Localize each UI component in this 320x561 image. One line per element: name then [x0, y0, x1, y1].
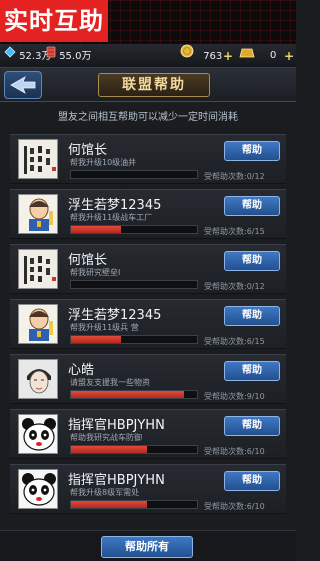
- avatar: [18, 304, 58, 344]
- help-request-row: 指挥官HBPJYHN 帮我升级8级军需处 帮助受帮助次数:6/10: [10, 464, 286, 514]
- avatar: [18, 414, 58, 454]
- banner-label: 实时互助: [0, 0, 108, 42]
- gold-coin-icon: [180, 44, 194, 68]
- help-count-label: 受帮助次数:: [204, 392, 247, 401]
- player-name: 浮生若梦12345: [68, 198, 162, 213]
- player-name: 何馆长: [68, 143, 108, 158]
- help-count-label: 受帮助次数:: [204, 337, 247, 346]
- help-count-label: 受帮助次数:: [204, 282, 247, 291]
- avatar: [18, 469, 58, 509]
- oil-barrel-icon: [46, 44, 56, 68]
- help-progress-fill: [71, 501, 147, 508]
- back-arrow-icon: [10, 76, 36, 94]
- help-progress-bar: [70, 280, 198, 289]
- player-name: 心皓: [68, 363, 95, 378]
- request-description: 帮我研究壁垒I: [70, 268, 121, 277]
- oil-resource: 55.0万: [46, 44, 91, 68]
- help-count: 受帮助次数:6/15: [204, 226, 265, 237]
- help-progress-fill: [71, 391, 185, 398]
- request-description: 帮我升级11级兵 营: [70, 323, 139, 332]
- crystal-icon: [4, 44, 16, 68]
- avatar: [18, 139, 58, 179]
- help-request-row: 指挥官HBPJYHN 帮助我研究战车防御 帮助受帮助次数:6/10: [10, 409, 286, 459]
- help-count-label: 受帮助次数:: [204, 227, 247, 236]
- top-banner: 实时互助: [0, 0, 296, 44]
- help-button[interactable]: 帮助: [224, 471, 280, 491]
- help-count-value: 6/15: [246, 227, 265, 236]
- gold-bar-amount: 0: [270, 50, 277, 61]
- help-count: 受帮助次数:6/15: [204, 336, 265, 347]
- help-count-value: 0/12: [246, 172, 265, 181]
- help-request-row: 浮生若梦12345 帮我升级11级兵 营 帮助受帮助次数:6/15: [10, 299, 286, 349]
- help-count-value: 0/12: [246, 282, 265, 291]
- help-progress-bar: [70, 390, 198, 399]
- avatar: [18, 194, 58, 234]
- crystal-resource: 52.3万: [4, 44, 51, 68]
- avatar: [18, 359, 58, 399]
- help-count-value: 6/15: [246, 337, 265, 346]
- page-header: 联盟帮助: [0, 68, 296, 102]
- gold-bar-icon: [239, 44, 255, 68]
- back-button[interactable]: [4, 71, 42, 99]
- request-description: 帮我升级11级战车工厂: [70, 213, 153, 222]
- help-progress-bar: [70, 225, 198, 234]
- request-description: 帮助我研究战车防御: [70, 433, 142, 442]
- page-title: 联盟帮助: [98, 73, 210, 97]
- player-name: 浮生若梦12345: [68, 308, 162, 323]
- help-progress-bar: [70, 445, 198, 454]
- help-count-value: 6/10: [246, 502, 265, 511]
- help-count-label: 受帮助次数:: [204, 447, 247, 456]
- add-gold-bar-button[interactable]: +: [284, 44, 294, 68]
- help-request-row: 何馆长 帮我升级10级油井 帮助受帮助次数:0/12: [10, 134, 286, 184]
- help-progress-bar: [70, 335, 198, 344]
- help-hint-text: 盟友之间相互帮助可以减少一定时间消耗: [58, 112, 238, 123]
- help-progress-fill: [71, 446, 147, 453]
- help-progress-bar: [70, 500, 198, 509]
- help-button[interactable]: 帮助: [224, 306, 280, 326]
- player-name: 何馆长: [68, 253, 108, 268]
- avatar: [18, 249, 58, 289]
- resource-bar: 52.3万 55.0万 763 + 0 +: [0, 44, 296, 68]
- help-count: 受帮助次数:6/10: [204, 501, 265, 512]
- help-button[interactable]: 帮助: [224, 251, 280, 271]
- oil-amount: 55.0万: [59, 51, 92, 62]
- gold-resource: 763: [180, 44, 222, 68]
- help-request-row: 何馆长 帮我研究壁垒I 帮助受帮助次数:0/12: [10, 244, 286, 294]
- help-button[interactable]: 帮助: [224, 361, 280, 381]
- help-button[interactable]: 帮助: [224, 141, 280, 161]
- gold-bar-resource: [239, 44, 255, 68]
- help-progress-fill: [71, 336, 122, 343]
- help-request-row: 心皓 请盟友支援我一些物资 帮助受帮助次数:9/10: [10, 354, 286, 404]
- help-count-value: 6/10: [246, 447, 265, 456]
- help-button[interactable]: 帮助: [224, 416, 280, 436]
- help-request-row: 浮生若梦12345 帮我升级11级战车工厂 帮助受帮助次数:6/15: [10, 189, 286, 239]
- help-count: 受帮助次数:9/10: [204, 391, 265, 402]
- help-count: 受帮助次数:0/12: [204, 281, 265, 292]
- help-count-label: 受帮助次数:: [204, 172, 247, 181]
- request-description: 帮我升级10级油井: [70, 158, 137, 167]
- request-description: 请盟友支援我一些物资: [70, 378, 150, 387]
- help-count: 受帮助次数:0/12: [204, 171, 265, 182]
- help-button[interactable]: 帮助: [224, 196, 280, 216]
- help-count-label: 受帮助次数:: [204, 502, 247, 511]
- player-name: 指挥官HBPJYHN: [68, 473, 165, 488]
- help-progress-fill: [71, 226, 122, 233]
- player-name: 指挥官HBPJYHN: [68, 418, 165, 433]
- bottom-bar: 帮助所有: [0, 530, 296, 561]
- help-count: 受帮助次数:6/10: [204, 446, 265, 457]
- help-progress-bar: [70, 170, 198, 179]
- gold-amount: 763: [203, 51, 223, 62]
- help-all-button[interactable]: 帮助所有: [101, 536, 193, 558]
- help-count-value: 9/10: [246, 392, 265, 401]
- request-description: 帮我升级8级军需处: [70, 488, 140, 497]
- add-gold-button[interactable]: +: [223, 44, 233, 68]
